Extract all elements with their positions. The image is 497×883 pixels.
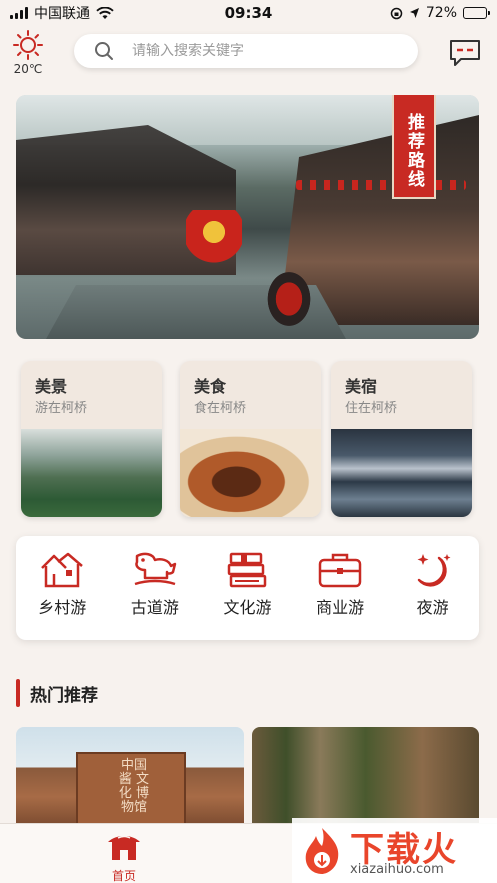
watermark-domain: xiazaihuo.com	[350, 862, 444, 877]
status-right: 72%	[307, 5, 490, 21]
moon-stars-icon	[417, 554, 451, 587]
card-image-scenery	[21, 429, 162, 517]
tab-home-label: 首页	[111, 869, 136, 883]
tour-label: 夜游	[416, 598, 449, 617]
card-subtitle: 游在柯桥	[35, 401, 88, 416]
weather-widget[interactable]: 20℃	[10, 30, 46, 76]
message-button[interactable]	[448, 38, 482, 68]
tour-item-business[interactable]: 商业游	[298, 550, 382, 640]
search-input[interactable]	[132, 43, 372, 59]
tour-label: 古道游	[130, 598, 179, 617]
books-icon	[228, 552, 267, 588]
home-gate-icon	[108, 835, 140, 860]
signal-icon	[10, 7, 28, 19]
tour-item-culture[interactable]: 文化游	[205, 550, 289, 640]
carrier-label: 中国联通	[34, 6, 90, 22]
flame-logo-icon	[305, 828, 339, 874]
card-image-stay	[331, 429, 472, 517]
card-title: 美食	[194, 377, 227, 396]
horse-icon	[134, 552, 177, 586]
museum-sign-text: 中国 酱 文化 博物馆	[118, 758, 150, 815]
tour-label: 商业游	[316, 598, 365, 617]
sun-icon	[13, 30, 43, 60]
status-bar: 中国联通 09:34 72%	[0, 0, 497, 26]
card-subtitle: 住在柯桥	[345, 401, 398, 416]
status-left: 中国联通	[10, 3, 190, 23]
banner-image[interactable]: 推荐路线	[16, 95, 479, 339]
card-image-food	[180, 429, 321, 517]
section-title: 热门推荐	[30, 685, 98, 706]
recommend-card-museum[interactable]: 中国 酱 文化 博物馆	[16, 727, 244, 827]
tour-item-ancient-road[interactable]: 古道游	[113, 550, 197, 640]
banner-dragon-boat	[186, 210, 242, 265]
tour-label: 乡村游	[38, 598, 87, 617]
tour-item-night[interactable]: 夜游	[391, 550, 475, 640]
watermark: 下载火 xiazaihuo.com	[292, 818, 497, 883]
chat-bubble-icon	[450, 40, 480, 66]
orientation-lock-icon	[390, 7, 403, 19]
tour-item-village[interactable]: 乡村游	[20, 550, 104, 640]
category-card-scenery[interactable]: 美景 游在柯桥	[21, 361, 162, 517]
card-title: 美景	[35, 377, 68, 396]
tour-type-panel: 乡村游 古道游 文化游 商业游 夜游	[16, 536, 479, 640]
tour-label: 文化游	[223, 598, 272, 617]
card-title: 美宿	[345, 377, 378, 396]
search-icon	[95, 42, 113, 60]
category-card-stay[interactable]: 美宿 住在柯桥	[331, 361, 472, 517]
recommended-route-badge[interactable]: 推荐路线	[392, 95, 436, 199]
card-subtitle: 食在柯桥	[194, 401, 247, 416]
location-icon	[409, 8, 419, 18]
category-card-food[interactable]: 美食 食在柯桥	[180, 361, 321, 517]
hot-recommend-heading: 热门推荐	[16, 678, 98, 708]
status-time: 09:34	[224, 4, 273, 22]
recommend-card-bamboo-forest[interactable]	[252, 727, 479, 827]
tab-home[interactable]: 首页	[100, 832, 148, 883]
briefcase-icon	[318, 553, 362, 588]
banner-lanterns	[296, 180, 466, 190]
wifi-icon	[96, 6, 114, 19]
weather-temperature: 20℃	[13, 62, 43, 76]
banner-boat	[266, 270, 312, 328]
battery-percent: 72%	[425, 5, 457, 21]
section-accent-bar	[16, 679, 20, 707]
battery-icon	[463, 7, 490, 19]
village-house-icon	[41, 552, 84, 588]
search-bar[interactable]	[74, 34, 418, 68]
